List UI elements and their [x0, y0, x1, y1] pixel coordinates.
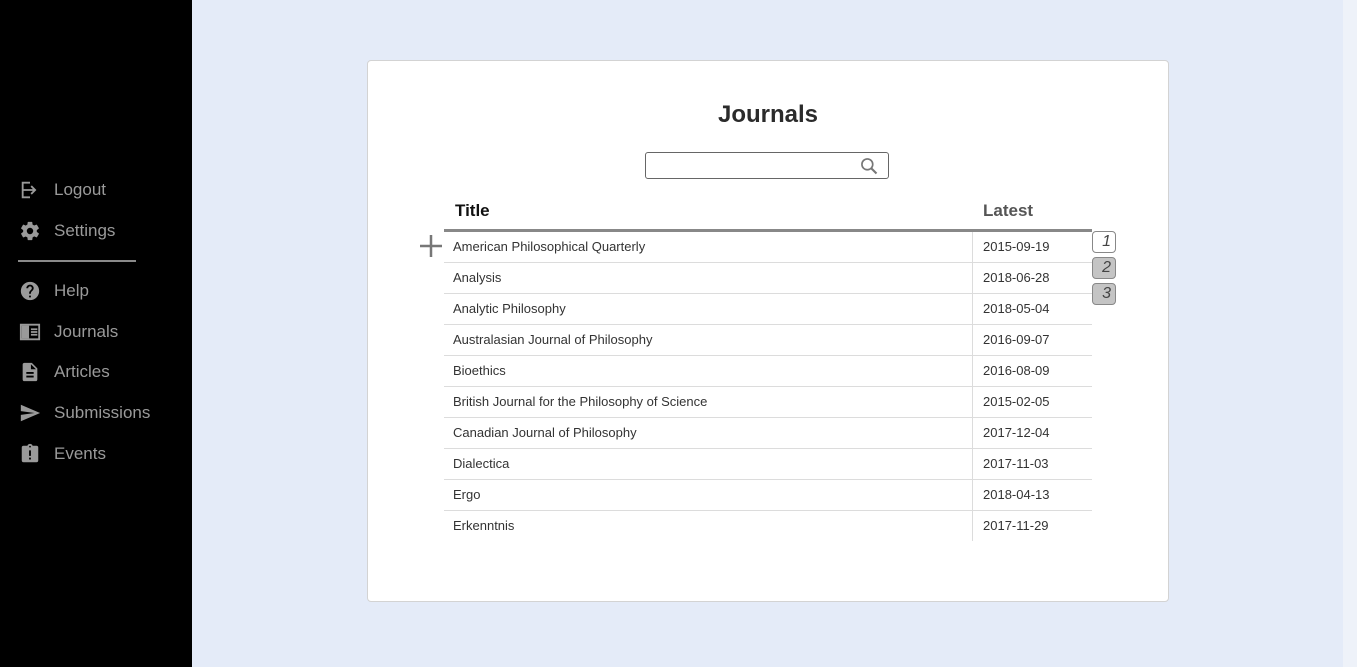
table-row[interactable]: British Journal for the Philosophy of Sc… [444, 387, 1092, 418]
journal-title[interactable]: Canadian Journal of Philosophy [453, 425, 637, 440]
page-button-1[interactable]: 1 [1092, 231, 1116, 253]
sidebar-item-articles[interactable]: Articles [18, 357, 110, 387]
table-row[interactable]: Erkenntnis 2017-11-29 [444, 511, 1092, 542]
table-row[interactable]: Canadian Journal of Philosophy 2017-12-04 [444, 418, 1092, 449]
latest-date: 2016-09-07 [972, 325, 1092, 355]
help-icon [18, 279, 42, 303]
journal-icon [18, 320, 42, 344]
latest-date: 2018-06-28 [972, 263, 1092, 293]
journal-title[interactable]: British Journal for the Philosophy of Sc… [453, 394, 707, 409]
sidebar: Logout Settings Help Journals Articles S… [0, 0, 192, 667]
table-row[interactable]: Dialectica 2017-11-03 [444, 449, 1092, 480]
search-field[interactable] [645, 152, 889, 179]
journal-title[interactable]: Dialectica [453, 456, 509, 471]
journal-title[interactable]: Bioethics [453, 363, 506, 378]
table-row[interactable]: Ergo 2018-04-13 [444, 480, 1092, 511]
table-row[interactable]: Bioethics 2016-08-09 [444, 356, 1092, 387]
search-input[interactable] [650, 153, 854, 179]
sidebar-item-submissions[interactable]: Submissions [18, 398, 150, 428]
sidebar-item-label: Settings [54, 221, 116, 240]
latest-date: 2017-11-29 [972, 511, 1092, 541]
sidebar-item-logout[interactable]: Logout [18, 175, 106, 205]
column-header-latest[interactable]: Latest [983, 201, 1033, 221]
table-row[interactable]: American Philosophical Quarterly 2015-09-… [444, 232, 1092, 263]
latest-date: 2017-12-04 [972, 418, 1092, 448]
sidebar-item-label: Articles [54, 362, 110, 381]
sidebar-item-events[interactable]: Events [18, 439, 106, 469]
plus-icon[interactable] [418, 233, 444, 259]
journal-title[interactable]: Ergo [453, 487, 480, 502]
table-row[interactable]: Australasian Journal of Philosophy 2016-0… [444, 325, 1092, 356]
journals-card: Journals Title Latest American Philosoph… [367, 60, 1169, 602]
search-icon[interactable] [859, 156, 879, 176]
latest-date: 2018-05-04 [972, 294, 1092, 324]
sidebar-divider [18, 260, 136, 262]
table-body: American Philosophical Quarterly 2015-09-… [444, 232, 1092, 542]
send-icon [18, 401, 42, 425]
page-scrollbar[interactable] [1343, 0, 1357, 667]
latest-date: 2018-04-13 [972, 480, 1092, 510]
page-title: Journals [717, 101, 819, 128]
table-row[interactable]: Analysis 2018-06-28 [444, 263, 1092, 294]
gear-icon [18, 219, 42, 243]
journal-title[interactable]: Analytic Philosophy [453, 301, 566, 316]
journal-title[interactable]: American Philosophical Quarterly [453, 239, 645, 254]
page-button-2[interactable]: 2 [1092, 257, 1116, 279]
sidebar-item-label: Submissions [54, 403, 151, 422]
table-row[interactable]: Analytic Philosophy 2018-05-04 [444, 294, 1092, 325]
sidebar-item-journals[interactable]: Journals [18, 317, 118, 347]
journals-table: Title Latest American Philosophical Quar… [444, 195, 1092, 542]
document-icon [18, 360, 42, 384]
journal-title[interactable]: Erkenntnis [453, 518, 514, 533]
sidebar-item-label: Journals [54, 322, 119, 341]
sidebar-item-help[interactable]: Help [18, 276, 89, 306]
table-header: Title Latest [444, 195, 1092, 232]
latest-date: 2015-09-19 [972, 232, 1092, 262]
latest-date: 2015-02-05 [972, 387, 1092, 417]
logout-icon [18, 178, 42, 202]
sidebar-item-label: Help [54, 281, 89, 300]
journal-title[interactable]: Analysis [453, 270, 501, 285]
sidebar-item-settings[interactable]: Settings [18, 216, 115, 246]
sidebar-item-label: Events [54, 444, 106, 463]
clipboard-alert-icon [18, 442, 42, 466]
journal-title[interactable]: Australasian Journal of Philosophy [453, 332, 652, 347]
latest-date: 2017-11-03 [972, 449, 1092, 479]
page-button-3[interactable]: 3 [1092, 283, 1116, 305]
column-header-title[interactable]: Title [455, 201, 490, 221]
latest-date: 2016-08-09 [972, 356, 1092, 386]
sidebar-item-label: Logout [54, 180, 106, 199]
